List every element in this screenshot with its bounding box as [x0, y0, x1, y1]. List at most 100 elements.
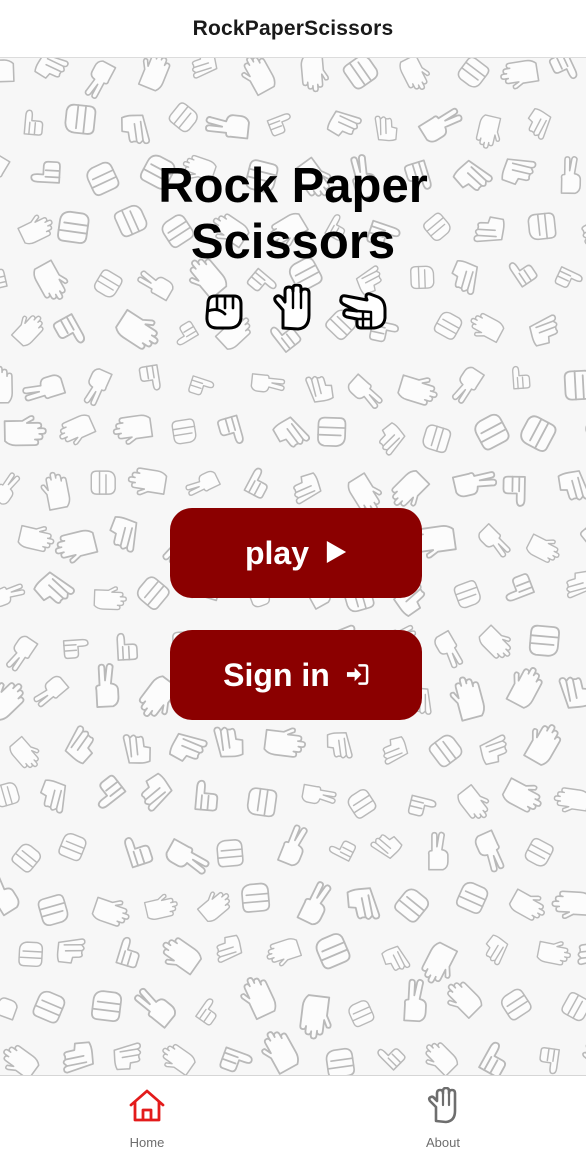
pattern-hand [455, 58, 492, 91]
pattern-hand [304, 373, 335, 404]
pattern-hand [30, 988, 68, 1026]
pattern-hand [550, 890, 586, 921]
pattern-hand [38, 469, 72, 512]
tab-about[interactable]: About [353, 1076, 533, 1170]
pattern-hand [547, 58, 579, 86]
pattern-hand [379, 735, 410, 766]
pattern-hand [0, 580, 28, 610]
pattern-hand [426, 731, 465, 770]
pattern-hand [194, 884, 236, 925]
pattern-hand [0, 673, 32, 724]
pattern-hand [20, 372, 67, 406]
pattern-hand [577, 1032, 586, 1075]
pattern-hand [345, 373, 386, 413]
pattern-hand [499, 773, 548, 817]
hero-title: Rock Paper Scissors [0, 158, 586, 270]
pattern-hand [155, 1039, 198, 1075]
pattern-hand [502, 475, 526, 507]
pattern-hand [299, 58, 331, 94]
pattern-hand [166, 100, 201, 135]
pattern-hand [36, 892, 71, 928]
pattern-hand [9, 840, 44, 875]
pattern-hand [276, 822, 313, 869]
pattern-hand [240, 882, 271, 914]
pattern-hand [563, 570, 586, 599]
play-icon [325, 535, 347, 572]
tab-home[interactable]: Home [57, 1076, 237, 1170]
pattern-hand [80, 58, 117, 102]
pattern-hand [324, 1047, 356, 1075]
pattern-hand [194, 779, 220, 812]
pattern-hand [17, 941, 44, 968]
pattern-hand [472, 829, 509, 875]
pattern-hand [213, 726, 244, 758]
pattern-hand [316, 416, 347, 448]
fist-icon [198, 284, 248, 334]
pattern-hand [454, 781, 496, 825]
play-button[interactable]: play [170, 508, 422, 598]
pattern-hand [187, 375, 216, 400]
pattern-hand [516, 412, 559, 454]
pattern-hand [138, 364, 162, 393]
pattern-hand [454, 879, 491, 916]
pattern-hand [90, 989, 123, 1023]
pattern-hand [392, 885, 432, 925]
pattern-hand [578, 520, 586, 555]
pattern-hand [431, 629, 467, 672]
pattern-hand [507, 884, 551, 925]
pattern-hand [375, 1039, 407, 1071]
pattern-hand [79, 366, 113, 409]
pattern-hand [167, 727, 209, 769]
pattern-hand [120, 114, 151, 145]
pattern-hand [32, 58, 70, 86]
pattern-hand [420, 422, 453, 455]
pattern-hand [90, 470, 116, 495]
pattern-hand [475, 522, 514, 562]
pattern-hand [326, 731, 353, 759]
hand-icon [424, 1086, 462, 1125]
pattern-hand [417, 1036, 461, 1075]
scissors-hand-icon [338, 284, 388, 334]
pattern-hand [340, 58, 381, 92]
pattern-hand [0, 58, 15, 88]
pattern-hand [327, 835, 358, 862]
pattern-hand [479, 933, 513, 967]
pattern-hand [407, 794, 438, 820]
pattern-hand [289, 471, 324, 505]
pattern-hand [93, 662, 120, 708]
pattern-hand [54, 411, 99, 450]
pattern-hand [250, 372, 286, 395]
pattern-hand [521, 106, 556, 141]
pattern-hand [170, 417, 198, 446]
tab-home-label: Home [129, 1135, 165, 1150]
pattern-hand [346, 998, 376, 1029]
pattern-hand [559, 990, 586, 1024]
pattern-hand [478, 733, 511, 766]
pattern-hand [271, 413, 312, 454]
pattern-hand [446, 672, 488, 723]
pattern-hand [218, 1046, 254, 1075]
pattern-hand [213, 934, 244, 964]
pattern-hand [373, 420, 409, 457]
pattern-hand [312, 930, 353, 971]
pattern-hand [122, 734, 152, 764]
pattern-hand [396, 58, 436, 95]
pattern-hand [427, 831, 449, 871]
pattern-hand [234, 971, 280, 1022]
pattern-hand [563, 369, 586, 401]
pattern-hand [23, 109, 45, 137]
pattern-hand [577, 937, 586, 966]
home-screen: Rock Paper Scissors play Sign in [0, 58, 586, 1075]
pattern-hand [0, 365, 14, 404]
pattern-hand [87, 773, 127, 811]
pattern-hand [113, 1042, 143, 1071]
pattern-hand [0, 780, 22, 809]
pattern-hand [557, 469, 586, 504]
sign-in-button[interactable]: Sign in [170, 630, 422, 720]
pattern-hand [189, 58, 219, 80]
pattern-hand [266, 111, 296, 138]
pattern-hand [325, 105, 363, 143]
nav-title: RockPaperScissors [192, 16, 394, 40]
pattern-hand [417, 103, 466, 146]
pattern-hand [380, 943, 412, 975]
